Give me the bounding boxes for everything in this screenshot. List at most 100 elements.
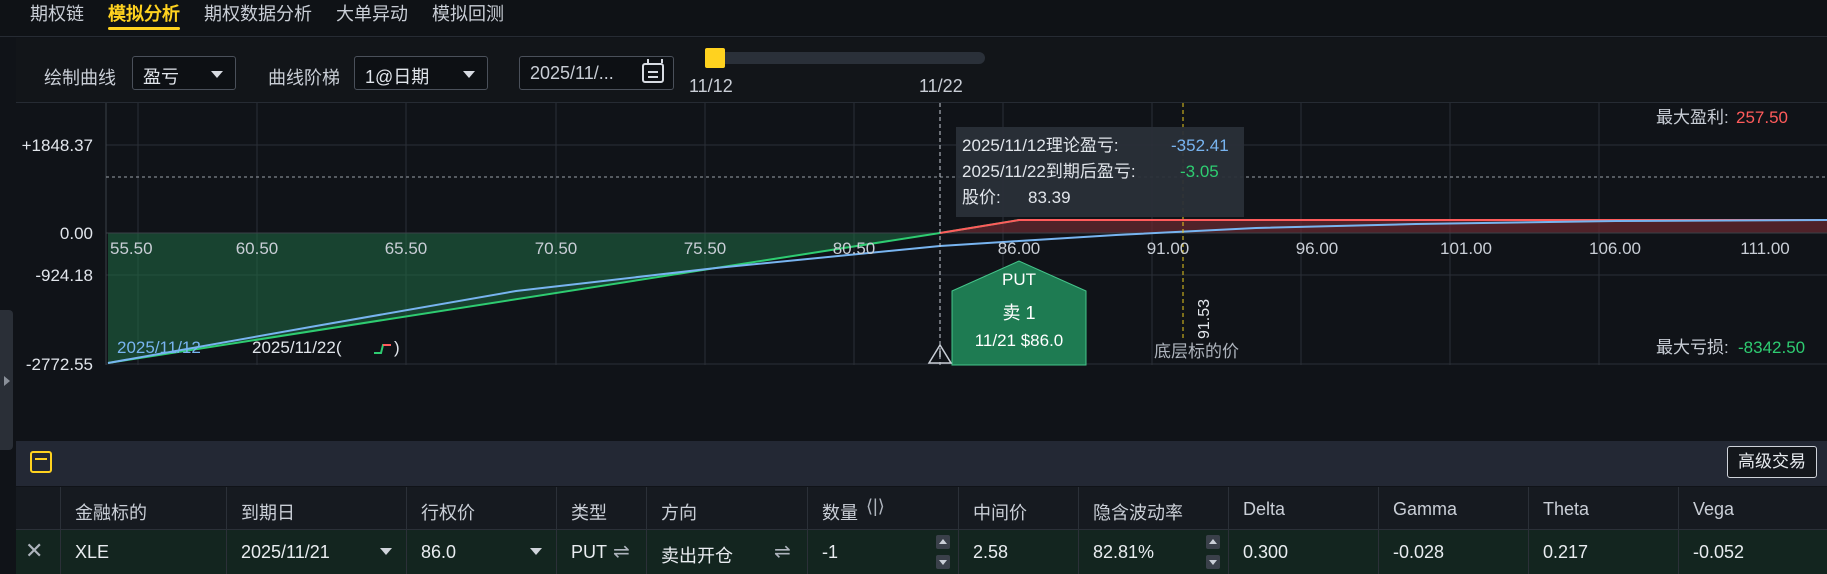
y-tick-label: -2772.55 [26, 355, 93, 374]
increment-icon[interactable] [1206, 535, 1220, 549]
header-cell: 数量 ⟨|⟩ [808, 487, 959, 529]
draw-curve-label: 绘制曲线 [44, 68, 116, 88]
x-tick-label: 86.00 [998, 239, 1041, 258]
tooltip-theoretical-value: -352.41 [1171, 136, 1229, 155]
draw-curve-select[interactable]: 盈亏 [132, 56, 236, 90]
calendar-icon[interactable] [642, 59, 664, 83]
iv-value: 82.81% [1093, 542, 1155, 562]
symbol-value: XLE [75, 542, 110, 562]
tab-simulation-analysis[interactable]: 模拟分析 [108, 0, 180, 34]
slider-start-label: 11/12 [689, 76, 733, 96]
date-slider-track[interactable] [705, 52, 985, 64]
header-cell: Theta [1529, 487, 1679, 529]
header-cell: Vega [1679, 487, 1827, 529]
date-slider-handle[interactable] [705, 48, 725, 68]
strike-value: 86.0 [421, 542, 457, 562]
header-cell: 方向 [647, 487, 808, 529]
x-tick-label: 60.50 [236, 239, 279, 258]
header-expiry: 到期日 [241, 503, 295, 523]
pnl-chart-svg: +1848.37 0.00 -924.18 -2772.55 55.50 60.… [22, 103, 1827, 374]
expiry-curve-icon [374, 344, 391, 354]
legend-theoretical: 2025/11/12 [117, 338, 201, 357]
legend-expiry-close: ) [394, 338, 400, 357]
qty-value: -1 [822, 542, 839, 562]
panel-toggle-icon[interactable] [30, 451, 52, 473]
curve-step-select[interactable]: 1@日期 [354, 56, 488, 90]
header-symbol: 金融标的 [75, 503, 147, 523]
x-tick-label: 101.00 [1440, 239, 1492, 258]
table-row: ✕ XLE 2025/11/21 86.0 PUT ⇌ 卖出开仓 ⇌ -1 2.… [16, 530, 1827, 574]
expiry-select[interactable]: 2025/11/21 [227, 530, 407, 574]
gamma-cell: -0.028 [1379, 530, 1529, 574]
header-type: 类型 [571, 503, 607, 523]
header-mid: 中间价 [973, 503, 1027, 523]
tooltip-price-label: 股价: [962, 188, 1001, 207]
tab-backtest[interactable]: 模拟回测 [432, 0, 504, 34]
curve-step-label: 曲线阶梯 [268, 68, 340, 88]
header-cell: 隐含波动率 [1079, 487, 1229, 529]
type-value: PUT [571, 542, 607, 562]
tab-option-chain[interactable]: 期权链 [30, 0, 84, 34]
header-cell: 行权价 [407, 487, 557, 529]
tab-large-order-activity[interactable]: 大单异动 [336, 0, 408, 34]
put-position-marker[interactable]: PUT 卖 1 11/21 $86.0 [951, 260, 1087, 366]
row-remove-cell: ✕ [16, 530, 61, 574]
curve-step-value: 1@日期 [365, 67, 430, 87]
date-value: 2025/11/... [530, 63, 614, 83]
collapse-handle[interactable] [0, 310, 13, 450]
x-tick-label: 111.00 [1740, 239, 1789, 258]
positions-table-header: 金融标的 到期日 行权价 类型 方向 数量 ⟨|⟩ 中间价 隐含波动率 Delt… [16, 487, 1827, 530]
header-cell: Delta [1229, 487, 1379, 529]
qty-adjust-icon[interactable]: ⟨|⟩ [866, 496, 885, 517]
max-profit-value: 257.50 [1736, 108, 1788, 127]
delta-cell: 0.300 [1229, 530, 1379, 574]
warning-icon [927, 343, 953, 364]
header-cell: 类型 [557, 487, 647, 529]
header-cell: Gamma [1379, 487, 1529, 529]
strike-select[interactable]: 86.0 [407, 530, 557, 574]
header-cell: 到期日 [227, 487, 407, 529]
header-checkbox-col [16, 487, 61, 529]
decrement-icon[interactable] [1206, 555, 1220, 569]
close-icon[interactable]: ✕ [25, 538, 43, 564]
top-tab-bar: 期权链 模拟分析 期权数据分析 大单异动 模拟回测 [0, 0, 1827, 37]
chevron-down-icon [463, 71, 475, 78]
underlying-price-value: 91.53 [1196, 299, 1213, 339]
chevron-down-icon [380, 548, 392, 555]
chevron-down-icon [530, 548, 542, 555]
decrement-icon[interactable] [936, 555, 950, 569]
symbol-cell: XLE [61, 530, 227, 574]
profit-area [940, 220, 1827, 233]
x-tick-label: 70.50 [535, 239, 578, 258]
expiry-value: 2025/11/21 [241, 542, 330, 562]
header-cell: 中间价 [959, 487, 1079, 529]
header-cell: 金融标的 [61, 487, 227, 529]
vega-value: -0.052 [1693, 542, 1745, 562]
x-tick-label: 80.50 [833, 239, 876, 258]
tab-option-data-analysis[interactable]: 期权数据分析 [204, 0, 312, 34]
direction-toggle[interactable]: 卖出开仓 ⇌ [647, 530, 808, 574]
type-toggle[interactable]: PUT ⇌ [557, 530, 647, 574]
swap-icon[interactable]: ⇌ [774, 539, 791, 564]
qty-stepper[interactable]: -1 [808, 530, 959, 574]
header-direction: 方向 [661, 503, 697, 523]
iv-stepper[interactable]: 82.81% [1079, 530, 1229, 574]
chart-controls: 绘制曲线 盈亏 曲线阶梯 1@日期 2025/11/... 11/12 11/2… [16, 38, 1827, 103]
theta-value: 0.217 [1543, 542, 1589, 562]
swap-icon[interactable]: ⇌ [613, 539, 630, 564]
x-tick-label: 55.50 [110, 239, 153, 258]
max-loss-label: 最大亏损: [1656, 338, 1729, 357]
max-profit-label: 最大盈利: [1656, 108, 1729, 127]
advanced-trade-button[interactable]: 高级交易 [1727, 446, 1817, 478]
theta-cell: 0.217 [1529, 530, 1679, 574]
vega-cell: -0.052 [1679, 530, 1827, 574]
delta-value: 0.300 [1243, 542, 1289, 562]
header-delta: Delta [1243, 499, 1286, 519]
date-picker[interactable]: 2025/11/... [519, 56, 674, 90]
pnl-chart: +1848.37 0.00 -924.18 -2772.55 55.50 60.… [16, 103, 1827, 441]
x-tick-label: 91.00 [1147, 239, 1190, 258]
tooltip-theoretical-label: 2025/11/12理论盈亏: [962, 136, 1119, 155]
header-qty: 数量 [822, 503, 858, 523]
increment-icon[interactable] [936, 535, 950, 549]
direction-value: 卖出开仓 [661, 546, 733, 566]
